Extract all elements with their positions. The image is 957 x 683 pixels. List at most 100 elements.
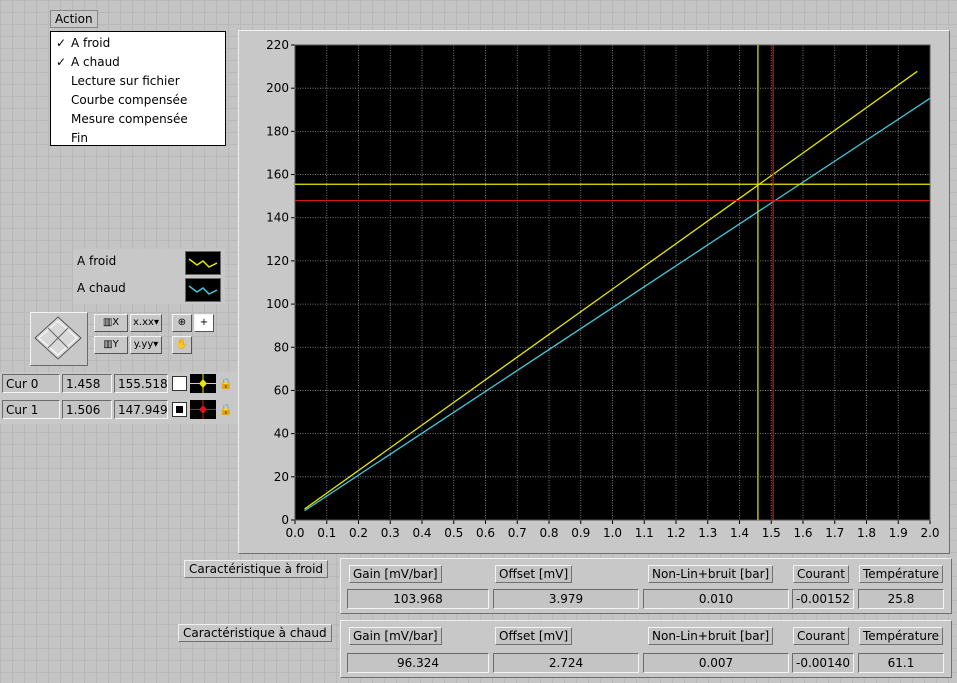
x-tick-label: 2.0 <box>920 526 939 540</box>
x-tick-label: 0.9 <box>571 526 590 540</box>
lock-icon[interactable]: 🔒 <box>219 401 233 418</box>
x-autoscale-button[interactable]: ▥X <box>94 314 128 332</box>
cursor-y-value[interactable]: 155.518 <box>114 374 168 393</box>
legend-label: A chaud <box>77 281 126 295</box>
x-format-button[interactable]: x.xx▾ <box>130 314 162 332</box>
temperature-value: 61.1 <box>858 653 944 673</box>
cursor-style-icon[interactable] <box>190 400 216 419</box>
y-tick-label: 120 <box>266 254 289 268</box>
header-gain: Gain [mV/bar] <box>349 627 442 645</box>
legend-item-a-froid[interactable]: A froid <box>77 251 223 275</box>
cursor-panel: Cur 0 1.458 155.518 🔒 Cur 1 1.506 147.94… <box>0 372 240 424</box>
y-tick-label: 20 <box>274 470 289 484</box>
pan-hand-icon[interactable]: ✋ <box>172 336 192 354</box>
x-tick-label: 0.7 <box>508 526 527 540</box>
cursor-name: Cur 1 <box>2 400 60 419</box>
nonlin-value: 0.010 <box>643 589 789 609</box>
x-tick-label: 1.3 <box>698 526 717 540</box>
legend-label: A froid <box>77 254 117 268</box>
y-tick-label: 220 <box>266 38 289 52</box>
check-icon: ✓ <box>56 36 67 50</box>
y-tick-label: 60 <box>274 383 289 397</box>
gain-value: 96.324 <box>347 653 489 673</box>
header-courant: Courant <box>793 627 849 645</box>
menu-item-a-froid[interactable]: ✓ A froid <box>51 34 225 53</box>
header-offset: Offset [mV] <box>495 627 573 645</box>
y-autoscale-button[interactable]: ▥Y <box>94 336 128 354</box>
y-tick-label: 180 <box>266 124 289 138</box>
menu-item-courbe-compensee[interactable]: Courbe compensée <box>51 91 225 110</box>
cursor-name: Cur 0 <box>2 374 60 393</box>
x-tick-label: 1.8 <box>857 526 876 540</box>
legend-item-a-chaud[interactable]: A chaud <box>77 278 223 302</box>
header-nonlin: Non-Lin+bruit [bar] <box>648 627 774 645</box>
menu-item-label: Mesure compensée <box>71 112 188 126</box>
header-offset: Offset [mV] <box>495 565 573 583</box>
x-tick-label: 1.7 <box>825 526 844 540</box>
x-tick-label: 1.9 <box>889 526 908 540</box>
menu-item-fin[interactable]: Fin <box>51 129 225 148</box>
y-tick-label: 140 <box>266 211 289 225</box>
x-tick-label: 0.2 <box>349 526 368 540</box>
line-style-icon[interactable] <box>185 278 221 302</box>
header-courant: Courant <box>793 565 849 583</box>
cursor-checkbox[interactable] <box>172 376 187 391</box>
menu-item-mesure-compensee[interactable]: Mesure compensée <box>51 110 225 129</box>
waveform-graph[interactable]: 0.0 0.1 0.2 0.3 0.4 0.5 0.6 0.7 0.8 0.9 1.0 1.1 1.2 1… <box>238 30 950 554</box>
x-tick-label: 1.4 <box>730 526 749 540</box>
action-label: Action <box>50 10 98 28</box>
menu-item-label: A chaud <box>71 55 120 69</box>
courant-value: -0.00152 <box>792 589 854 609</box>
graph-tools: ⊕ + ✋ <box>170 312 224 356</box>
nonlin-value: 0.007 <box>643 653 789 673</box>
cursor-nav-pad[interactable] <box>30 312 88 366</box>
crosshair-icon[interactable]: + <box>194 314 214 332</box>
gain-value: 103.968 <box>347 589 489 609</box>
temperature-value: 25.8 <box>858 589 944 609</box>
offset-value: 3.979 <box>493 589 639 609</box>
x-tick-label: 1.2 <box>666 526 685 540</box>
zoom-icon[interactable]: ⊕ <box>172 314 192 332</box>
y-tick-label: 160 <box>266 168 289 182</box>
x-tick-label: 0.4 <box>412 526 431 540</box>
x-tick-label: 0.3 <box>381 526 400 540</box>
froid-panel: Gain [mV/bar] Offset [mV] Non-Lin+bruit … <box>340 558 952 614</box>
scale-tools: ▥X x.xx▾ ▥Y y.yy▾ <box>92 312 166 356</box>
offset-value: 2.724 <box>493 653 639 673</box>
chaud-panel: Gain [mV/bar] Offset [mV] Non-Lin+bruit … <box>340 620 952 678</box>
x-tick-label: 1.5 <box>762 526 781 540</box>
y-tick-label: 200 <box>266 81 289 95</box>
cursor-x-value[interactable]: 1.458 <box>62 374 112 393</box>
header-gain: Gain [mV/bar] <box>349 565 442 583</box>
y-tick-label: 40 <box>274 427 289 441</box>
y-tick-label: 80 <box>274 340 289 354</box>
diamond-nav-icon[interactable] <box>31 313 85 363</box>
cursor-style-icon[interactable] <box>190 374 216 393</box>
menu-item-label: Lecture sur fichier <box>71 74 180 88</box>
cursor-checkbox[interactable] <box>172 402 187 417</box>
x-tick-label: 1.1 <box>635 526 654 540</box>
menu-item-label: A froid <box>71 36 111 50</box>
y-tick-label: 100 <box>266 297 289 311</box>
y-format-button[interactable]: y.yy▾ <box>130 336 162 354</box>
menu-item-lecture-sur-fichier[interactable]: Lecture sur fichier <box>51 72 225 91</box>
x-tick-label: 0.5 <box>444 526 463 540</box>
x-tick-label: 0.6 <box>476 526 495 540</box>
cursor-y-value[interactable]: 147.949 <box>114 400 168 419</box>
x-tick-label: 1.0 <box>603 526 622 540</box>
header-temperature: Température <box>859 565 944 583</box>
check-icon: ✓ <box>56 55 67 69</box>
lock-icon[interactable]: 🔒 <box>219 375 233 392</box>
action-menu[interactable]: ✓ A froid ✓ A chaud Lecture sur fichier Co… <box>50 31 226 146</box>
x-tick-label: 0.1 <box>317 526 336 540</box>
y-tick-label: 0 <box>281 513 289 527</box>
header-temperature: Température <box>859 627 944 645</box>
plot-legend: A froid A chaud <box>73 249 225 304</box>
line-style-icon[interactable] <box>185 251 221 275</box>
menu-item-a-chaud[interactable]: ✓ A chaud <box>51 53 225 72</box>
menu-item-label: Fin <box>71 131 88 145</box>
x-tick-label: 0.0 <box>285 526 304 540</box>
courant-value: -0.00140 <box>792 653 854 673</box>
cursor-x-value[interactable]: 1.506 <box>62 400 112 419</box>
header-nonlin: Non-Lin+bruit [bar] <box>648 565 774 583</box>
